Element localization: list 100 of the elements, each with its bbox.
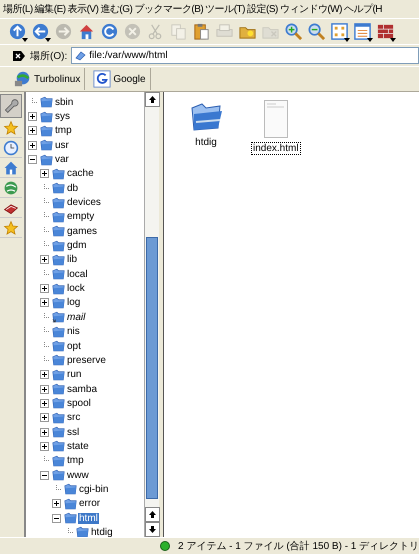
tree-item[interactable]: devices	[66, 197, 102, 208]
menu-item[interactable]: 表示(V)	[68, 2, 98, 16]
tree-item[interactable]: sys	[54, 111, 71, 122]
tree-item[interactable]: html	[78, 512, 99, 524]
tree-item[interactable]: nis	[66, 326, 81, 338]
status-text: 2 アイテム - 1 ファイル (合計 150 B) - 1 ディレクトリ	[178, 540, 419, 553]
expand-toggle[interactable]	[40, 298, 49, 308]
expand-toggle[interactable]	[40, 398, 49, 408]
folder-icon	[52, 412, 65, 424]
folder-icon	[52, 454, 65, 467]
menu-item[interactable]: ヘルプ(H	[344, 2, 382, 16]
tree-item[interactable]: db	[66, 182, 80, 194]
expand-toggle[interactable]	[40, 255, 49, 264]
folder-icon	[52, 354, 65, 366]
tree-item[interactable]: run	[66, 369, 82, 380]
tree-item[interactable]: var	[54, 154, 70, 166]
collapse-toggle[interactable]	[40, 470, 49, 480]
tree-item[interactable]: preserve	[66, 354, 107, 366]
folder-icon	[40, 124, 53, 137]
tree-item[interactable]: error	[78, 498, 102, 510]
down-arrow-icon	[148, 525, 157, 534]
expand-toggle[interactable]	[28, 126, 37, 136]
folder-icon	[52, 469, 65, 482]
file-item[interactable]: htdig	[188, 100, 224, 148]
tree-item[interactable]: tmp	[66, 455, 85, 466]
tree-item[interactable]: games	[66, 226, 98, 237]
folder-icon	[52, 196, 65, 209]
expand-toggle[interactable]	[40, 384, 49, 394]
menu-item[interactable]: ツール(T)	[205, 2, 245, 16]
expand-toggle[interactable]	[40, 370, 49, 380]
menu-item[interactable]: 進む(G)	[100, 2, 132, 16]
tree-item[interactable]: tmp	[54, 125, 73, 136]
folder-icon	[52, 296, 65, 309]
expand-toggle[interactable]	[52, 499, 61, 508]
location-field[interactable]: file:/var/www/html	[71, 47, 419, 64]
expand-toggle[interactable]	[40, 169, 49, 178]
up-arrow-icon	[148, 510, 157, 519]
folder-icon	[52, 326, 65, 338]
tree-item[interactable]: state	[66, 440, 90, 452]
expand-toggle[interactable]	[28, 140, 37, 150]
expand-toggle[interactable]	[40, 428, 49, 437]
folder-icon	[52, 383, 65, 396]
tree-item[interactable]: usr	[54, 140, 70, 151]
folder-icon	[52, 340, 65, 352]
tree-item[interactable]: gdm	[66, 240, 88, 252]
tree-item[interactable]: cgi-bin	[78, 484, 110, 495]
clock-icon	[3, 140, 19, 156]
sidebar-tab[interactable]	[0, 138, 22, 158]
folder-icon	[52, 368, 65, 381]
tree-item[interactable]: www	[66, 470, 90, 481]
expand-toggle[interactable]	[40, 442, 49, 451]
expand-toggle[interactable]	[40, 284, 49, 294]
up-arrow-icon	[148, 95, 157, 104]
tree-item[interactable]: mail	[66, 312, 86, 323]
document-icon	[264, 100, 288, 138]
bookmark-button[interactable]: Google	[89, 68, 151, 90]
scroll-down-button[interactable]	[145, 522, 160, 537]
tree-item[interactable]: cache	[66, 168, 95, 180]
folder-icon	[52, 397, 65, 410]
icon-view-button[interactable]	[328, 20, 350, 42]
folder-icon	[40, 154, 53, 166]
file-item[interactable]: index.html	[252, 100, 300, 154]
scroll-up-button[interactable]	[145, 507, 160, 522]
location-label: 場所(O):	[30, 50, 68, 62]
folder-icon	[40, 110, 53, 123]
folder-icon	[52, 311, 65, 324]
menu-item[interactable]: ウィンドウ(W)	[280, 2, 342, 16]
tree-item[interactable]: samba	[66, 384, 98, 395]
bookmark-button[interactable]: Turbolinux	[10, 68, 86, 90]
menu-item[interactable]: ブックマーク(B)	[134, 2, 204, 16]
scroll-up-button[interactable]	[145, 92, 160, 107]
collapse-toggle[interactable]	[28, 155, 37, 164]
sidebar-tab[interactable]	[0, 94, 22, 118]
tree-item[interactable]: ssl	[66, 426, 80, 438]
page-icon	[75, 50, 86, 61]
tree-item[interactable]: sbin	[54, 96, 74, 108]
menu-item[interactable]: 編集(E)	[34, 2, 66, 16]
tree-item[interactable]: spool	[66, 398, 92, 409]
tree-item[interactable]: log	[66, 297, 82, 308]
letter-g-icon	[93, 70, 112, 88]
menu-item[interactable]: 場所(L)	[3, 2, 33, 16]
tree-item[interactable]: opt	[66, 340, 82, 352]
globe-icon	[3, 180, 19, 196]
expand-toggle[interactable]	[28, 112, 37, 122]
tree-item[interactable]: local	[66, 268, 89, 280]
tree-item[interactable]: src	[66, 412, 82, 424]
tree-item[interactable]: lock	[66, 283, 86, 294]
list-view-button[interactable]	[351, 20, 373, 42]
tree-item[interactable]: empty	[66, 211, 96, 222]
tree-item[interactable]: lib	[66, 254, 78, 266]
collapse-toggle[interactable]	[52, 514, 61, 523]
expand-toggle[interactable]	[40, 413, 49, 422]
folder-icon	[52, 225, 65, 238]
clear-location-icon[interactable]	[12, 50, 26, 62]
menu-item[interactable]: 設定(S)	[247, 2, 278, 16]
folder-icon	[64, 483, 77, 496]
tree-item[interactable]: htdig	[90, 526, 114, 537]
star-icon	[3, 220, 19, 236]
scrollbar[interactable]	[144, 92, 159, 537]
folder-icon	[52, 282, 65, 295]
